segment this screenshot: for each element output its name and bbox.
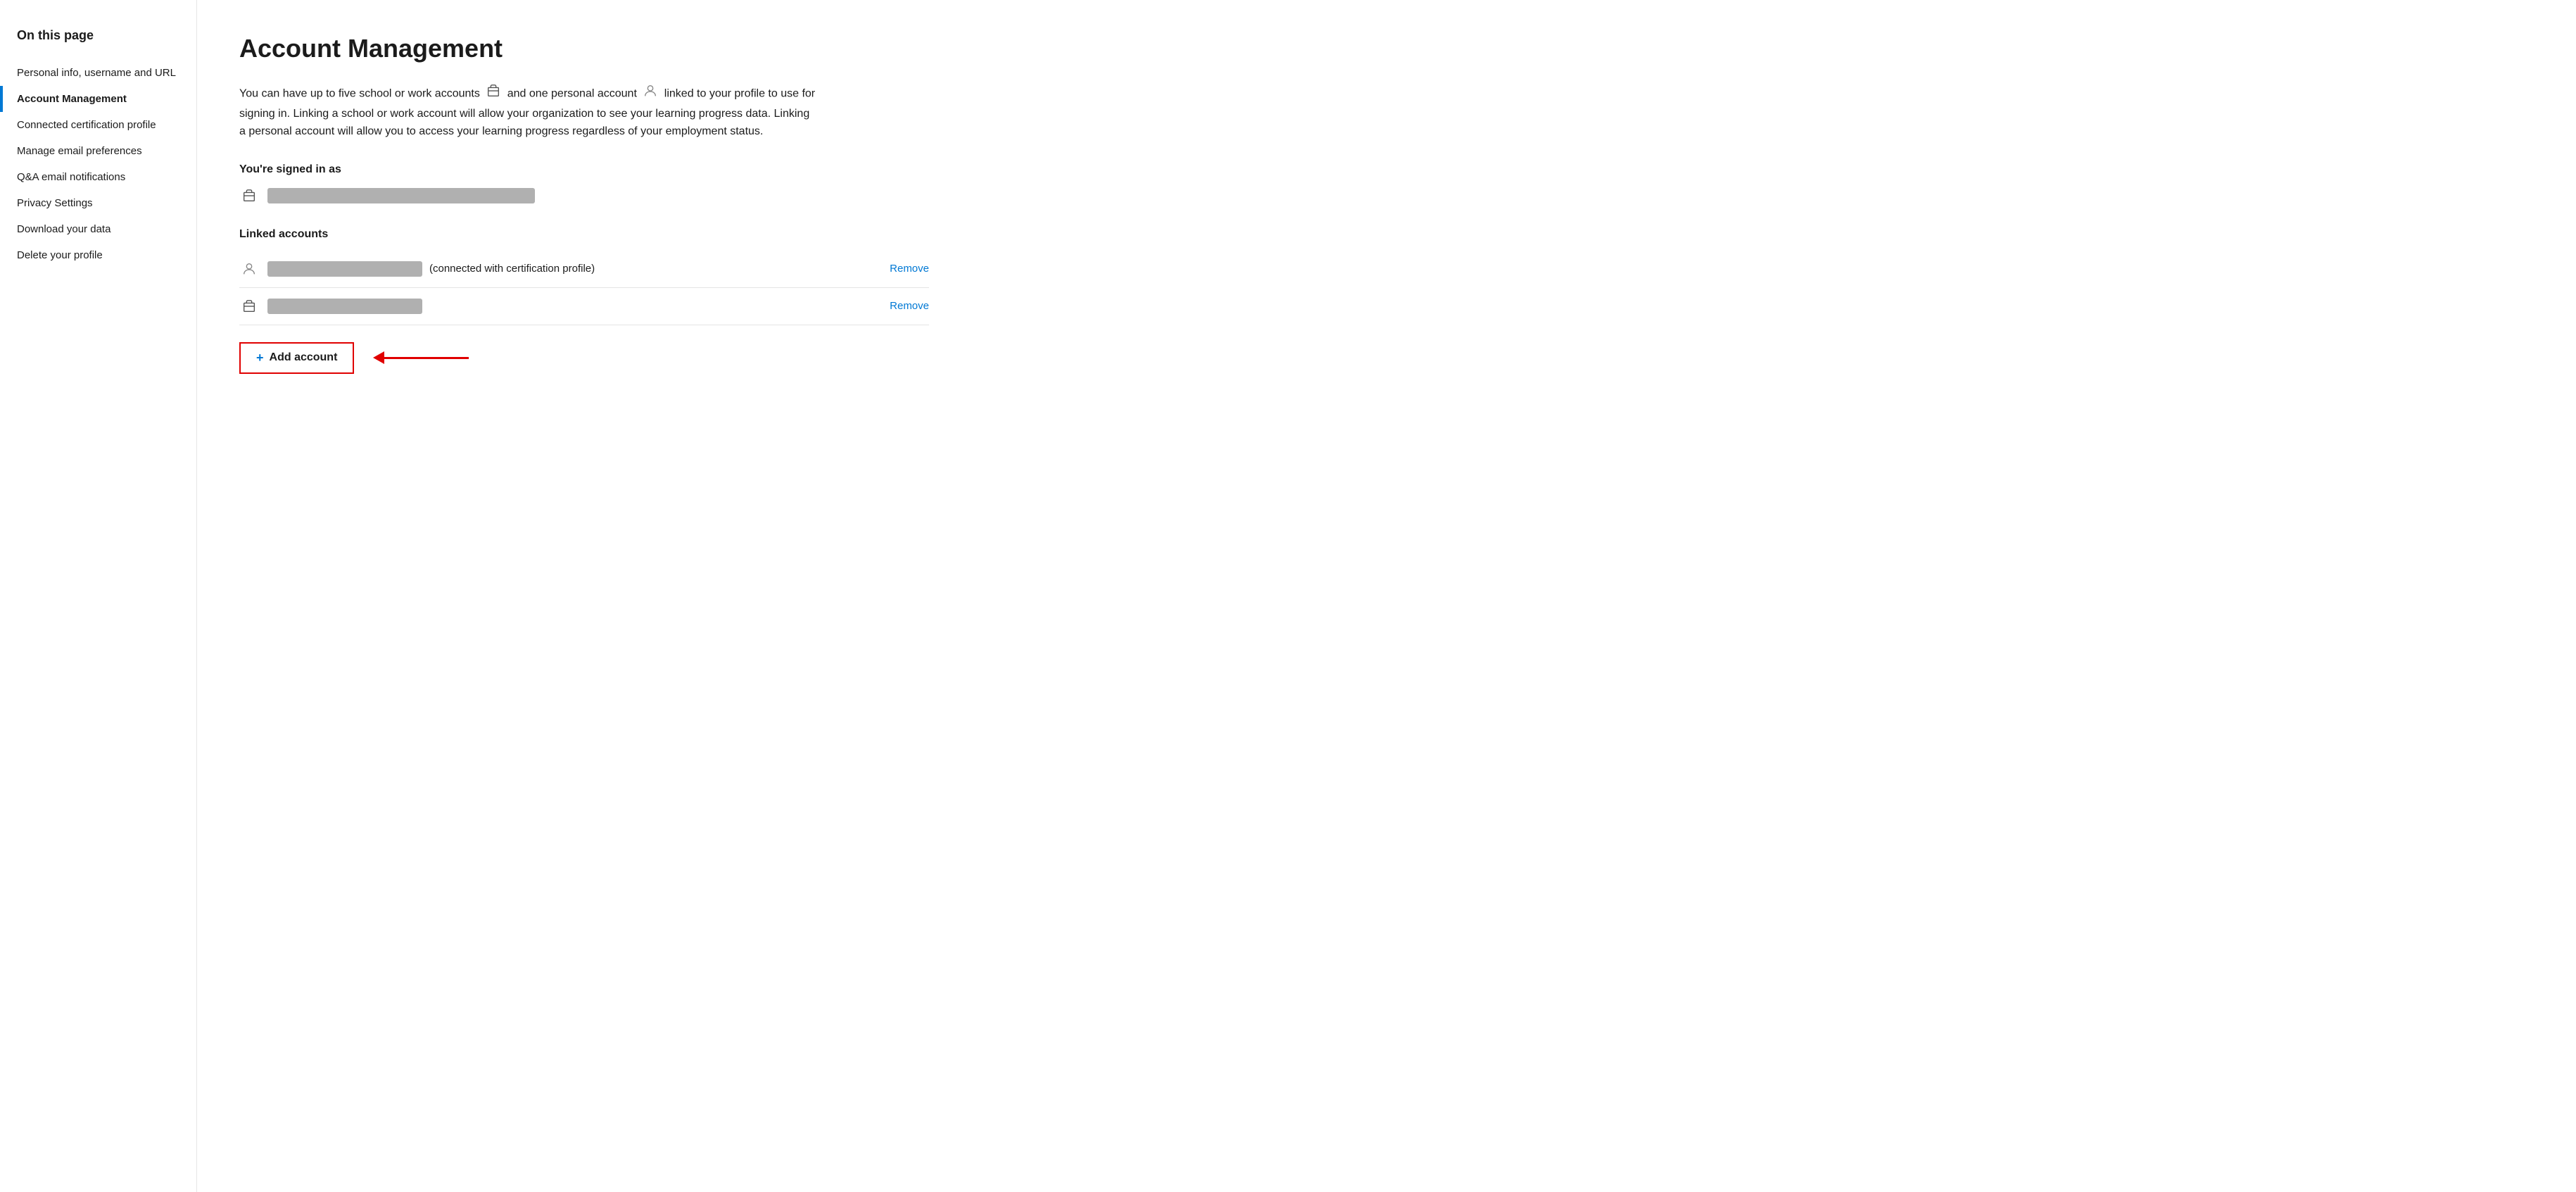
signed-in-section: You're signed in as [239, 163, 929, 206]
linked-accounts-section: Linked accounts (connected with certific… [239, 228, 929, 325]
add-account-label: Add account [270, 351, 338, 364]
linked-account-2-email-redacted [267, 299, 422, 314]
signed-in-email-redacted [267, 188, 535, 203]
personal-account-icon [643, 83, 658, 105]
add-account-button[interactable]: + Add account [239, 342, 354, 374]
sidebar-title: On this page [17, 28, 196, 43]
sidebar-item-privacy-settings[interactable]: Privacy Settings [17, 190, 196, 216]
linked-work-icon [239, 296, 259, 316]
linked-accounts-label: Linked accounts [239, 228, 929, 241]
linked-account-1-email-redacted [267, 261, 422, 277]
sidebar-item-connected-certification[interactable]: Connected certification profile [17, 112, 196, 138]
sidebar-nav: Personal info, username and URL Account … [17, 60, 196, 268]
linked-account-2-text [267, 299, 881, 314]
sidebar-item-manage-email[interactable]: Manage email preferences [17, 138, 196, 164]
signed-in-row [239, 186, 929, 206]
sidebar: On this page Personal info, username and… [0, 0, 197, 1192]
remove-account-1-button[interactable]: Remove [890, 263, 929, 275]
plus-icon: + [256, 351, 264, 365]
add-account-container: + Add account [239, 342, 929, 374]
work-account-icon [486, 83, 501, 105]
description-text: You can have up to five school or work a… [239, 83, 816, 141]
cert-profile-note: (connected with certification profile) [429, 263, 595, 275]
remove-account-2-button[interactable]: Remove [890, 300, 929, 312]
signed-in-label: You're signed in as [239, 163, 929, 176]
arrow-line [384, 357, 469, 359]
linked-account-row-2: Remove [239, 288, 929, 325]
sidebar-item-account-management[interactable]: Account Management [17, 86, 196, 112]
signed-in-work-icon [239, 186, 259, 206]
arrow-indicator [374, 351, 469, 364]
linked-personal-icon [239, 259, 259, 279]
linked-account-1-text: (connected with certification profile) [267, 261, 881, 277]
main-content: Account Management You can have up to fi… [197, 0, 971, 1192]
arrow-head [373, 351, 384, 364]
sidebar-item-download-data[interactable]: Download your data [17, 216, 196, 242]
page-title: Account Management [239, 34, 929, 63]
sidebar-item-personal-info[interactable]: Personal info, username and URL [17, 60, 196, 86]
sidebar-item-qa-email[interactable]: Q&A email notifications [17, 164, 196, 190]
linked-account-row-1: (connected with certification profile) R… [239, 251, 929, 288]
sidebar-item-delete-profile[interactable]: Delete your profile [17, 242, 196, 268]
